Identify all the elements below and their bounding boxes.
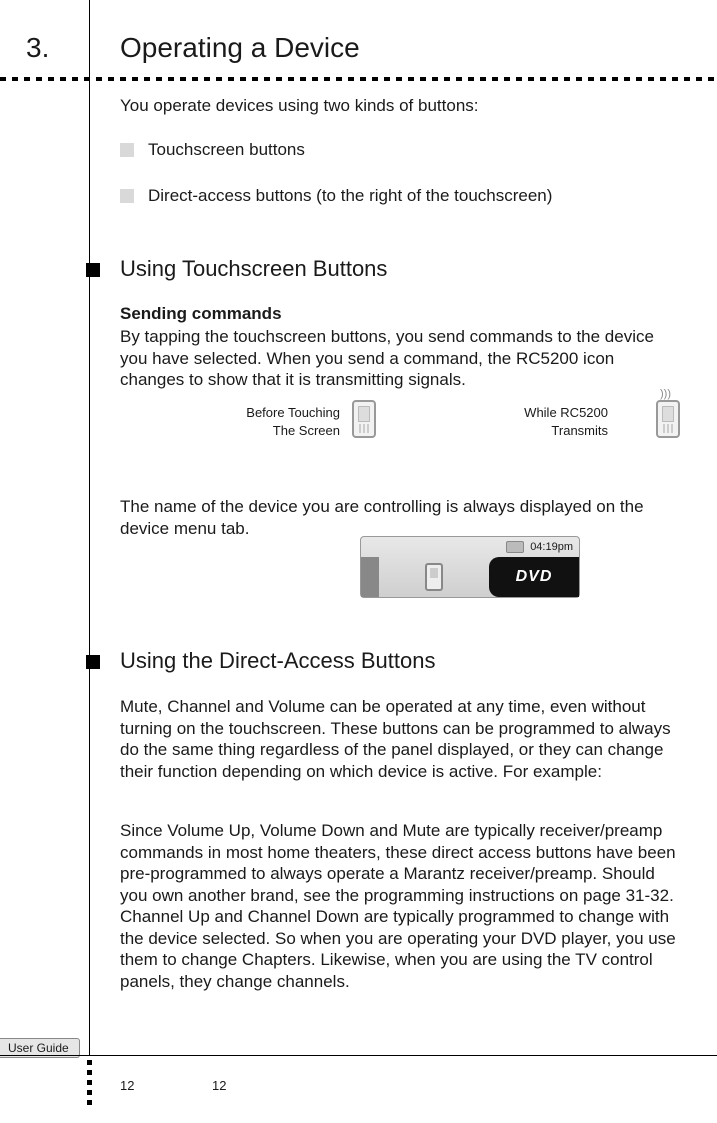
- paragraph-direct-access-detail: Since Volume Up, Volume Down and Mute ar…: [120, 820, 680, 993]
- remote-icon-transmitting: [656, 400, 680, 438]
- section-heading-touchscreen: Using Touchscreen Buttons: [100, 256, 387, 282]
- bullet-direct-access: Direct-access buttons (to the right of t…: [120, 186, 552, 206]
- page-number: 12: [120, 1078, 134, 1093]
- caption-before: Before Touching The Screen: [220, 404, 340, 439]
- chapter-title: Operating a Device: [120, 32, 360, 64]
- vertical-rule: [89, 0, 90, 1055]
- left-tab-icon: [361, 557, 379, 597]
- section-square-icon: [86, 655, 100, 669]
- section-title: Using the Direct-Access Buttons: [120, 648, 435, 674]
- caption-line: Transmits: [551, 423, 608, 438]
- footer-rule: [0, 1055, 717, 1056]
- footer-vertical-dots: [87, 1060, 92, 1110]
- bullet-square-icon: [120, 143, 134, 157]
- intro-text: You operate devices using two kinds of b…: [120, 96, 690, 116]
- caption-line: Before Touching: [246, 405, 340, 420]
- subheading-sending-commands: Sending commands: [120, 304, 282, 324]
- section-title: Using Touchscreen Buttons: [120, 256, 387, 282]
- page-number: 12: [212, 1078, 226, 1093]
- caption-line: The Screen: [273, 423, 340, 438]
- section-heading-direct-access: Using the Direct-Access Buttons: [100, 648, 435, 674]
- bullet-square-icon: [120, 189, 134, 203]
- chapter-number: 3.: [26, 32, 49, 64]
- paragraph-device-name: The name of the device you are controlli…: [120, 496, 680, 539]
- signal-waves-icon: ))): [660, 388, 671, 400]
- remote-icon-idle: [352, 400, 376, 438]
- dotted-rule: [0, 77, 717, 81]
- caption-transmitting: While RC5200 Transmits: [498, 404, 608, 439]
- home-icon: [506, 541, 524, 553]
- bullet-text: Touchscreen buttons: [148, 140, 305, 160]
- icon-caption-row: Before Touching The Screen While RC5200 …: [120, 400, 680, 448]
- device-menu-tab-figure: 04:19pm DVD: [360, 536, 580, 598]
- paragraph-direct-access-intro: Mute, Channel and Volume can be operated…: [120, 696, 680, 782]
- clock-time: 04:19pm: [530, 541, 573, 553]
- device-label: DVD: [489, 557, 579, 597]
- section-square-icon: [86, 263, 100, 277]
- bullet-touchscreen: Touchscreen buttons: [120, 140, 305, 160]
- remote-mini-icon: [425, 563, 443, 591]
- bullet-text: Direct-access buttons (to the right of t…: [148, 186, 552, 206]
- paragraph-sending-commands: By tapping the touchscreen buttons, you …: [120, 326, 680, 391]
- caption-line: While RC5200: [524, 405, 608, 420]
